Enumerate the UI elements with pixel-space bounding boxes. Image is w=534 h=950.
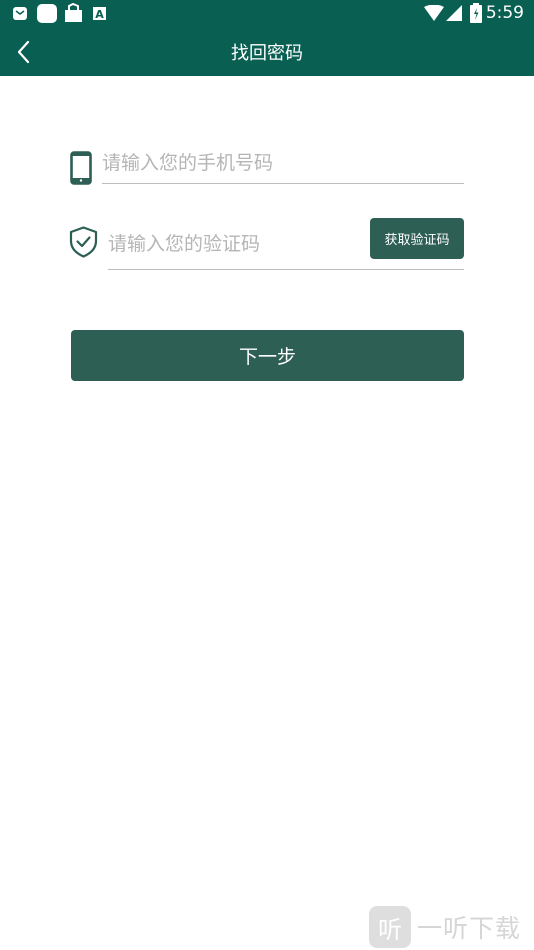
a-notification-icon: A xyxy=(93,7,106,20)
next-step-button[interactable]: 下一步 xyxy=(71,330,464,381)
code-input-underline xyxy=(108,269,464,270)
phone-input-underline xyxy=(102,183,464,184)
watermark: 听 一听下载 xyxy=(369,904,534,950)
app-bar: 找回密码 xyxy=(0,27,534,76)
get-code-button[interactable]: 获取验证码 xyxy=(370,218,464,259)
watermark-text: 一听下载 xyxy=(417,914,522,943)
shield-check-icon xyxy=(69,226,98,258)
svg-text:A: A xyxy=(95,8,104,20)
mail-notification-icon xyxy=(13,7,27,20)
phone-icon xyxy=(70,151,92,185)
watermark-logo: 听 xyxy=(369,906,411,948)
app-notification-icon xyxy=(37,4,57,23)
verification-code-input[interactable] xyxy=(108,227,363,261)
status-bar: A 5:59 xyxy=(0,0,534,27)
phone-input[interactable] xyxy=(102,146,462,180)
bag-notification-icon xyxy=(65,3,82,22)
wifi-icon xyxy=(424,5,444,21)
battery-icon xyxy=(470,3,482,23)
status-time: 5:59 xyxy=(485,3,524,23)
page-title: 找回密码 xyxy=(231,43,303,64)
signal-icon xyxy=(446,5,462,21)
